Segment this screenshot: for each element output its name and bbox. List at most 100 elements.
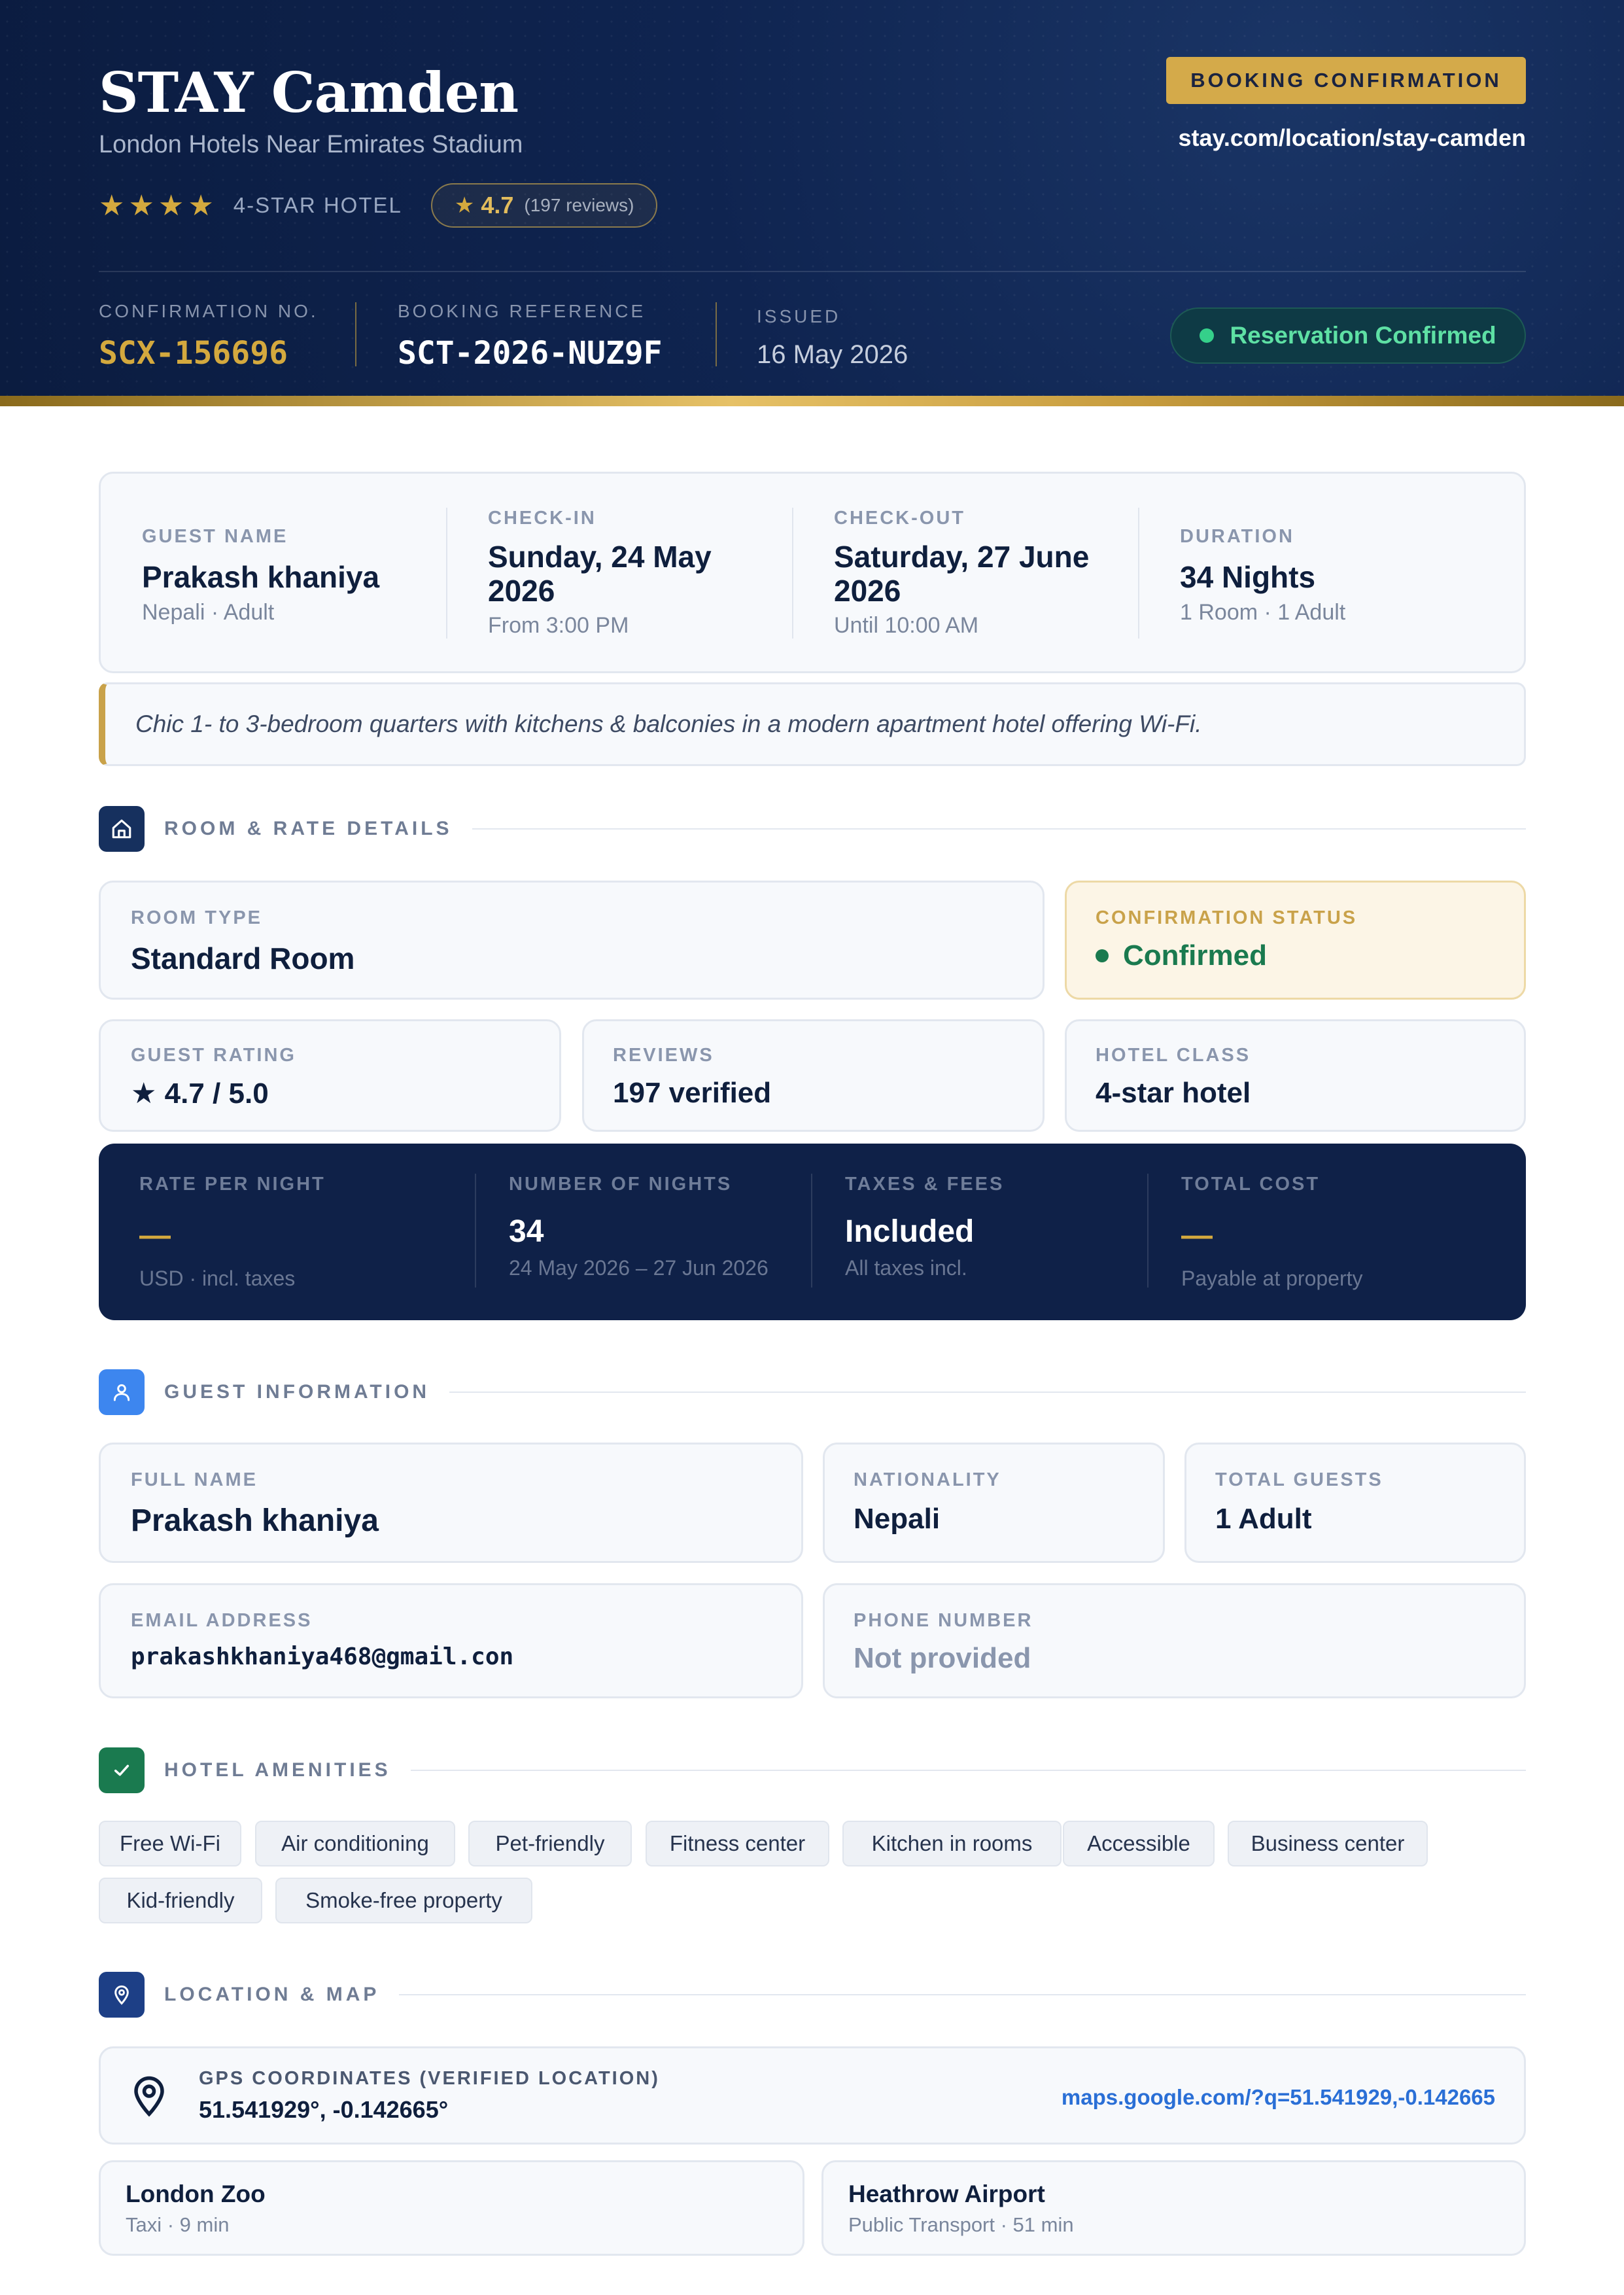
email-card: EMAIL ADDRESS prakashkhaniya468@gmail.co… bbox=[99, 1583, 803, 1698]
nights-block: NUMBER OF NIGHTS 34 24 May 2026 – 27 Jun… bbox=[509, 1174, 769, 1280]
room-type-card: ROOM TYPE Standard Room bbox=[99, 881, 1045, 1000]
phone-label: PHONE NUMBER bbox=[854, 1610, 1033, 1631]
amenity-chip: Kid-friendly bbox=[99, 1878, 262, 1923]
section-divider bbox=[472, 828, 1526, 830]
nearby-place-name: Heathrow Airport bbox=[848, 2181, 1045, 2207]
check-in-time: From 3:00 PM bbox=[488, 613, 629, 638]
total-guests-value: 1 Adult bbox=[1215, 1503, 1312, 1535]
star-icon: ★ bbox=[454, 193, 475, 218]
booking-confirmation-badge: BOOKING CONFIRMATION bbox=[1166, 57, 1526, 104]
amenity-chip: Accessible bbox=[1063, 1821, 1215, 1866]
header: STAY Camden London Hotels Near Emirates … bbox=[0, 0, 1624, 396]
nights-sub: 24 May 2026 – 27 Jun 2026 bbox=[509, 1256, 769, 1280]
nearby-place-name: London Zoo bbox=[126, 2181, 266, 2207]
header-gold-accent bbox=[0, 396, 1624, 406]
issued-block: ISSUED 16 May 2026 bbox=[757, 306, 908, 370]
rate-divider bbox=[475, 1174, 476, 1288]
rate-per-night-value: — bbox=[139, 1218, 171, 1253]
guest-rating-card: GUEST RATING ★ 4.7 / 5.0 bbox=[99, 1019, 561, 1132]
reviews-label: REVIEWS bbox=[613, 1045, 714, 1066]
amenity-chip: Pet-friendly bbox=[468, 1821, 632, 1866]
amenity-chip: Smoke-free property bbox=[275, 1878, 532, 1923]
guest-info-section-header: GUEST INFORMATION bbox=[99, 1369, 1526, 1415]
guest-name-block: GUEST NAME Prakash khaniya Nepali · Adul… bbox=[142, 526, 379, 625]
check-out-date-line2: 2026 bbox=[834, 574, 901, 608]
reservation-status-text: Reservation Confirmed bbox=[1230, 322, 1496, 349]
meta-divider bbox=[716, 302, 717, 366]
check-in-date-line2: 2026 bbox=[488, 574, 555, 608]
check-in-block: CHECK-IN Sunday, 24 May 2026 From 3:00 P… bbox=[488, 508, 712, 639]
amenity-chip: Air conditioning bbox=[255, 1821, 455, 1866]
section-divider bbox=[410, 1770, 1526, 1771]
duration-sub: 1 Room · 1 Adult bbox=[1180, 600, 1346, 625]
guest-info-section-title: GUEST INFORMATION bbox=[164, 1381, 430, 1403]
amenity-chip: Free Wi-Fi bbox=[99, 1821, 241, 1866]
hotel-rating-row: ★★★★ 4-STAR HOTEL ★ 4.7 (197 reviews) bbox=[99, 183, 658, 228]
guest-rating-label: GUEST RATING bbox=[131, 1045, 296, 1066]
gps-block: GPS COORDINATES (VERIFIED LOCATION) 51.5… bbox=[199, 2068, 660, 2124]
total-cost-sub: Payable at property bbox=[1181, 1267, 1363, 1290]
nights-value: 34 bbox=[509, 1214, 544, 1249]
total-guests-card: TOTAL GUESTS 1 Adult bbox=[1184, 1443, 1526, 1563]
full-name-label: FULL NAME bbox=[131, 1469, 258, 1490]
hotel-url-link[interactable]: stay.com/location/stay-camden bbox=[1178, 124, 1526, 152]
location-section-title: LOCATION & MAP bbox=[164, 1984, 380, 2005]
nearby-place-detail: Public Transport · 51 min bbox=[848, 2213, 1074, 2236]
section-divider bbox=[399, 1994, 1526, 1995]
taxes-block: TAXES & FEES Included All taxes incl. bbox=[845, 1174, 1004, 1280]
amenity-chip: Kitchen in rooms bbox=[842, 1821, 1062, 1866]
hotel-subtitle: London Hotels Near Emirates Stadium bbox=[99, 131, 523, 158]
nationality-label: NATIONALITY bbox=[854, 1469, 1001, 1490]
rate-per-night-block: RATE PER NIGHT — USD · incl. taxes bbox=[139, 1174, 326, 1291]
nationality-card: NATIONALITY Nepali bbox=[823, 1443, 1165, 1563]
room-rate-section-title: ROOM & RATE DETAILS bbox=[164, 818, 453, 839]
reviews-value: 197 verified bbox=[613, 1077, 772, 1109]
check-out-date: Saturday, 27 June 2026 bbox=[834, 540, 1089, 608]
hotel-class-card: HOTEL CLASS 4-star hotel bbox=[1065, 1019, 1526, 1132]
phone-card: PHONE NUMBER Not provided bbox=[823, 1583, 1526, 1698]
status-dot-icon bbox=[1200, 328, 1215, 343]
map-link[interactable]: maps.google.com/?q=51.541929,-0.142665 bbox=[1062, 2085, 1495, 2110]
gps-coordinates: 51.541929°, -0.142665° bbox=[199, 2096, 449, 2123]
guest-name-label: GUEST NAME bbox=[142, 526, 288, 547]
phone-value: Not provided bbox=[854, 1642, 1031, 1674]
nearby-place-detail: Taxi · 9 min bbox=[126, 2213, 230, 2236]
check-out-block: CHECK-OUT Saturday, 27 June 2026 Until 1… bbox=[834, 508, 1089, 639]
issued-date: 16 May 2026 bbox=[757, 340, 908, 369]
reservation-status-badge: Reservation Confirmed bbox=[1170, 307, 1526, 364]
confirmation-status-value: Confirmed bbox=[1123, 939, 1267, 972]
total-cost-label: TOTAL COST bbox=[1181, 1174, 1321, 1195]
gps-card: GPS COORDINATES (VERIFIED LOCATION) 51.5… bbox=[99, 2046, 1526, 2145]
duration-label: DURATION bbox=[1180, 526, 1294, 547]
full-name-card: FULL NAME Prakash khaniya bbox=[99, 1443, 803, 1563]
booking-reference-block: BOOKING REFERENCE SCT-2026-NUZ9F bbox=[398, 301, 663, 372]
check-out-time: Until 10:00 AM bbox=[834, 613, 979, 638]
hotel-class-label: 4-STAR HOTEL bbox=[233, 193, 402, 217]
booking-reference: SCT-2026-NUZ9F bbox=[398, 335, 663, 372]
guest-name: Prakash khaniya bbox=[142, 560, 380, 594]
amenity-chip: Business center bbox=[1228, 1821, 1428, 1866]
nearby-place-card: Heathrow Airport Public Transport · 51 m… bbox=[821, 2160, 1526, 2256]
hotel-description-text: Chic 1- to 3-bedroom quarters with kitch… bbox=[135, 710, 1202, 737]
reviews-card: REVIEWS 197 verified bbox=[582, 1019, 1045, 1132]
guest-name-sub: Nepali · Adult bbox=[142, 600, 275, 625]
header-divider bbox=[99, 271, 1526, 272]
map-pin-icon bbox=[99, 1972, 145, 2018]
star-icons: ★★★★ bbox=[99, 189, 218, 222]
room-type-label: ROOM TYPE bbox=[131, 907, 263, 928]
check-in-date-line1: Sunday, 24 May bbox=[488, 540, 712, 574]
amenities-section-title: HOTEL AMENITIES bbox=[164, 1759, 391, 1781]
home-icon bbox=[99, 806, 145, 852]
location-pin-icon bbox=[130, 2075, 169, 2121]
confirmation-status-label: CONFIRMATION STATUS bbox=[1096, 907, 1358, 928]
total-cost-block: TOTAL COST — Payable at property bbox=[1181, 1174, 1363, 1291]
taxes-sub: All taxes incl. bbox=[845, 1256, 967, 1280]
taxes-label: TAXES & FEES bbox=[845, 1174, 1005, 1195]
taxes-value: Included bbox=[845, 1214, 975, 1249]
nights-label: NUMBER OF NIGHTS bbox=[509, 1174, 733, 1195]
amenity-chip: Fitness center bbox=[646, 1821, 829, 1866]
confirmation-number-label: CONFIRMATION NO. bbox=[99, 301, 319, 321]
total-cost-value: — bbox=[1181, 1218, 1213, 1253]
check-out-date-line1: Saturday, 27 June bbox=[834, 540, 1090, 574]
check-out-label: CHECK-OUT bbox=[834, 508, 965, 529]
